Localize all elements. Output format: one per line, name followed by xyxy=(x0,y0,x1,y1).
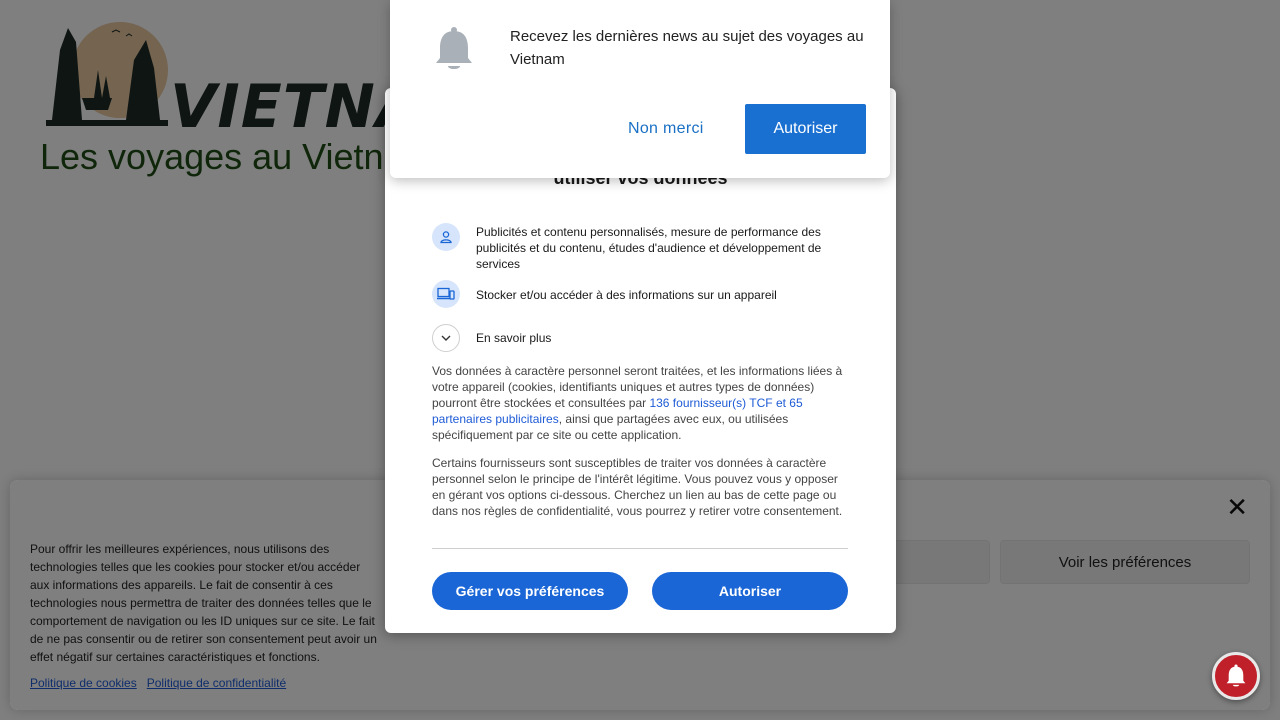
decline-button[interactable]: Non merci xyxy=(628,120,704,138)
consent-body-legitimate-interest: Certains fournisseurs sont susceptibles … xyxy=(432,456,843,518)
notification-bell-button[interactable] xyxy=(1212,652,1260,700)
person-icon xyxy=(432,223,460,251)
purpose-item-storage: Stocker et/ou accéder à des informations… xyxy=(432,280,852,308)
push-message: Recevez les dernières news au sujet des … xyxy=(510,28,864,68)
purpose-label: Stocker et/ou accéder à des informations… xyxy=(476,288,777,302)
learn-more-label[interactable]: En savoir plus xyxy=(476,324,551,346)
chevron-down-icon[interactable] xyxy=(432,324,460,352)
consent-body-vendors: Vos données à caractère personnel seront… xyxy=(432,363,850,443)
bell-icon xyxy=(1226,664,1246,687)
bell-icon xyxy=(434,26,474,77)
consent-accept-button[interactable]: Autoriser xyxy=(652,572,848,610)
allow-notifications-button[interactable]: Autoriser xyxy=(745,104,866,154)
push-notification-prompt: Recevez les dernières news au sujet des … xyxy=(390,0,890,178)
purpose-item-ads: Publicités et contenu personnalisés, mes… xyxy=(432,223,852,272)
purpose-label: Publicités et contenu personnalisés, mes… xyxy=(476,225,822,271)
manage-preferences-button[interactable]: Gérer vos préférences xyxy=(432,572,628,610)
devices-icon xyxy=(432,280,460,308)
learn-more-row[interactable]: En savoir plus xyxy=(432,324,852,352)
divider xyxy=(432,548,848,549)
